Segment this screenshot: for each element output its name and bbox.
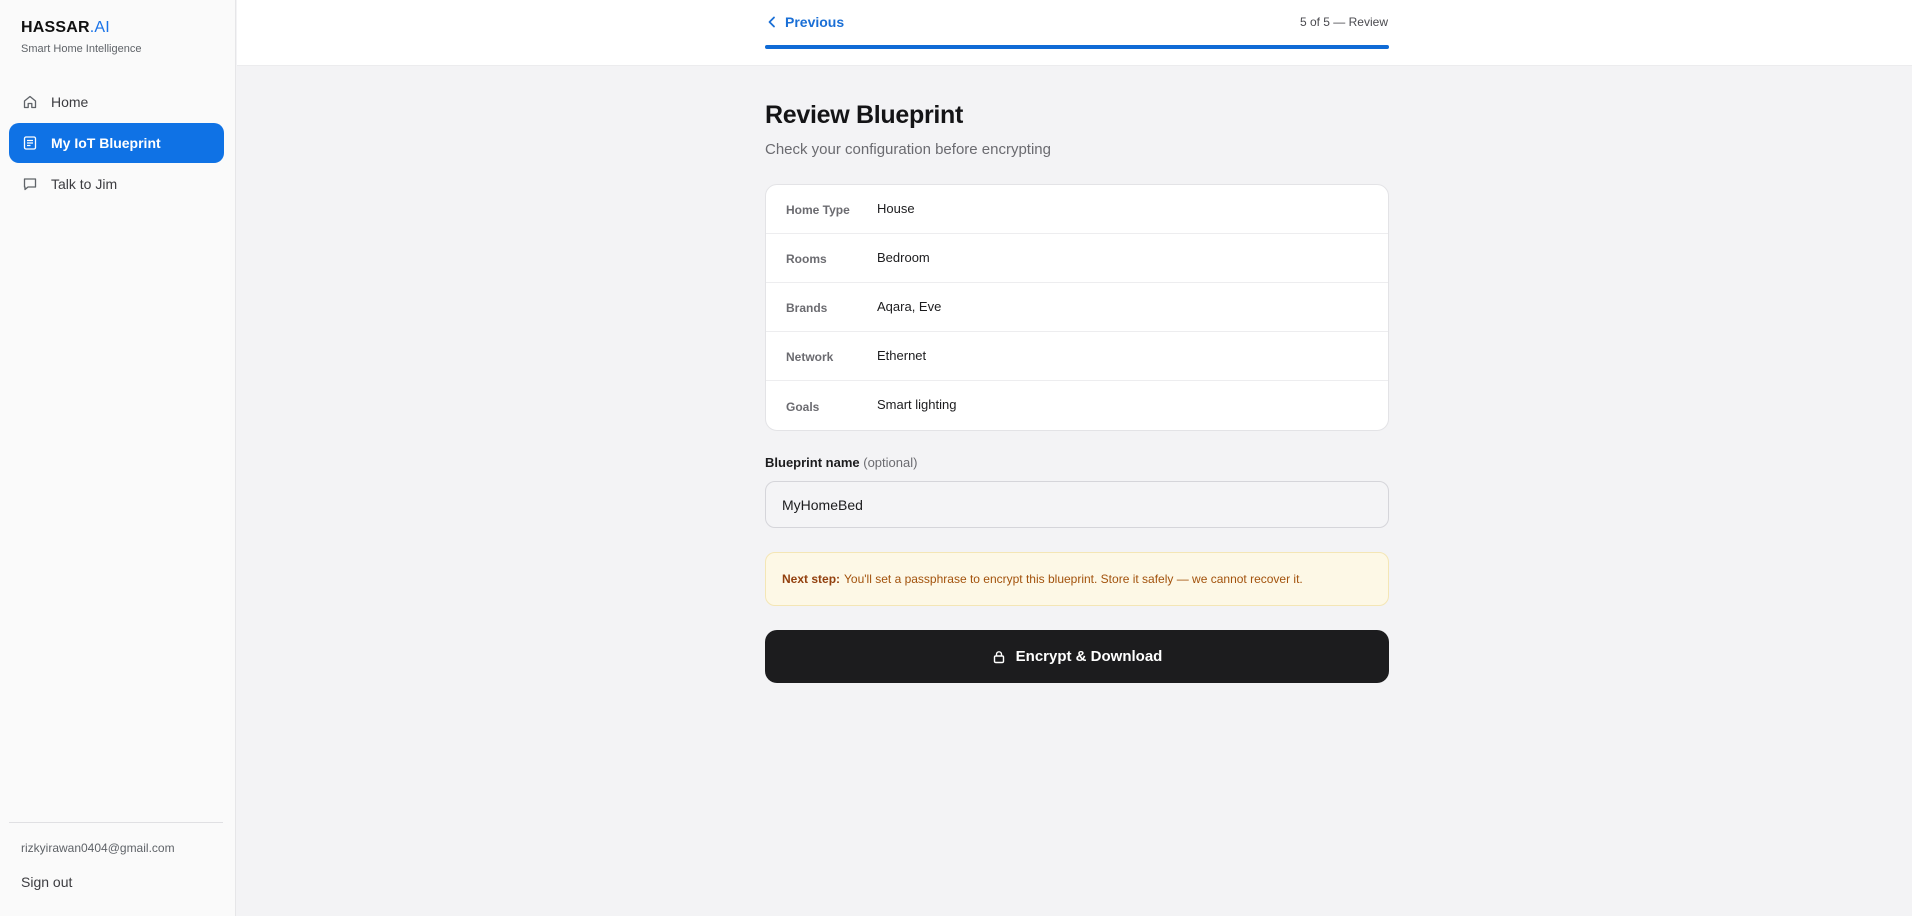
progress-bar [765, 45, 1389, 49]
previous-label: Previous [785, 14, 845, 30]
brand-logo[interactable]: HASSAR.AI Smart Home Intelligence [21, 19, 141, 55]
summary-row-goals: Goals Smart lighting [766, 381, 1388, 430]
sidebar: HASSAR.AI Smart Home Intelligence Home M… [0, 0, 236, 916]
sign-out-link[interactable]: Sign out [21, 874, 72, 890]
optional-hint: (optional) [863, 455, 918, 470]
brand-name: HASSAR.AI [21, 19, 110, 36]
summary-label: Network [786, 350, 834, 364]
summary-label: Rooms [786, 252, 827, 266]
summary-row-network: Network Ethernet [766, 332, 1388, 381]
summary-value: House [877, 200, 915, 216]
chevron-left-icon [768, 16, 775, 28]
sidebar-item-label: Talk to Jim [51, 176, 118, 192]
sidebar-item-home[interactable]: Home [9, 82, 224, 122]
summary-value: Bedroom [877, 249, 930, 265]
next-step-notice: Next step: You'll set a passphrase to en… [765, 552, 1389, 606]
blueprint-summary: Home Type House Rooms Bedroom Brands Aqa… [765, 184, 1389, 431]
page-subtitle: Check your configuration before encrypti… [765, 141, 1051, 158]
sidebar-item-my-iot-blueprint[interactable]: My IoT Blueprint [9, 123, 224, 163]
page-title: Review Blueprint [765, 101, 964, 129]
sidebar-item-talk-to-jim[interactable]: Talk to Jim [9, 164, 224, 204]
summary-value: Ethernet [877, 347, 927, 363]
wizard-header: Previous 5 of 5 — Review [237, 0, 1912, 66]
summary-row-rooms: Rooms Bedroom [766, 234, 1388, 283]
lock-icon [993, 650, 1004, 663]
sidebar-item-label: Home [51, 94, 89, 110]
notice-text: You'll set a passphrase to encrypt this … [844, 572, 1303, 586]
summary-row-home-type: Home Type House [766, 185, 1388, 234]
notice-heading: Next step: [782, 572, 841, 586]
sidebar-nav: Home My IoT Blueprint Talk to Jim [9, 82, 224, 205]
step-indicator: 5 of 5 — Review [1299, 15, 1388, 29]
summary-value: Smart lighting [877, 397, 957, 412]
encrypt-download-label: Encrypt & Download [1015, 648, 1163, 665]
sidebar-item-label: My IoT Blueprint [51, 135, 161, 151]
home-icon [23, 95, 37, 109]
summary-label: Brands [786, 301, 828, 315]
summary-label: Home Type [786, 203, 850, 217]
blueprint-name-input[interactable] [765, 481, 1389, 528]
user-email: rizkyirawan0404@gmail.com [21, 841, 175, 855]
chat-icon [23, 178, 37, 191]
summary-value: Aqara, Eve [877, 298, 942, 314]
summary-row-brands: Brands Aqara, Eve [766, 283, 1388, 332]
progress-fill [765, 45, 1389, 49]
document-icon [23, 136, 37, 150]
previous-button[interactable]: Previous [765, 14, 844, 30]
brand-tagline: Smart Home Intelligence [21, 43, 142, 55]
encrypt-download-button[interactable]: Encrypt & Download [765, 630, 1389, 683]
sidebar-divider [9, 822, 223, 823]
summary-label: Goals [786, 399, 820, 414]
blueprint-name-label: Blueprint name (optional) [765, 455, 918, 470]
